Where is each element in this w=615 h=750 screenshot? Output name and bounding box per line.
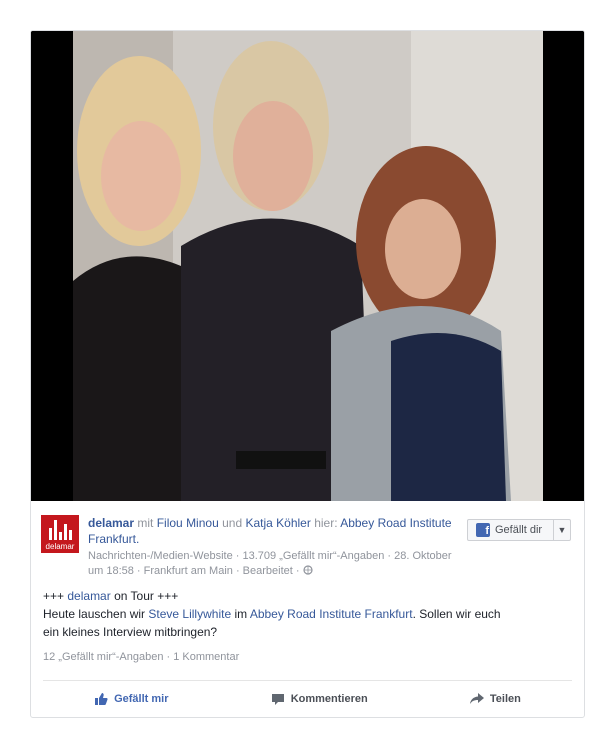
body-text-c: . Sollen wir euch	[412, 607, 501, 621]
share-label: Teilen	[489, 693, 521, 705]
like-label: Gefällt mir	[114, 693, 169, 705]
body-tour-text: on Tour +++	[114, 589, 179, 603]
like-page-label: Gefällt dir	[495, 524, 543, 536]
post-body: +++ delamar on Tour +++ Heute lauschen w…	[43, 587, 573, 641]
page-avatar[interactable]: delamar	[41, 515, 79, 553]
post-header: delamar delamar mit Filou Minou und Katj…	[31, 505, 584, 585]
chevron-down-icon[interactable]: ▼	[554, 525, 570, 535]
like-button[interactable]: Gefällt mir	[94, 692, 169, 706]
body-page-link[interactable]: delamar	[67, 589, 110, 603]
here-text: hier:	[314, 516, 338, 530]
globe-icon	[302, 565, 313, 577]
logo-bars-icon	[48, 520, 72, 540]
avatar-brand: delamar	[45, 542, 75, 551]
post-photo[interactable]	[31, 31, 584, 501]
photo-illustration	[31, 31, 584, 501]
post-stats[interactable]: 12 „Gefällt mir“-Angaben · 1 Kommentar	[43, 651, 239, 663]
place-link[interactable]: Abbey Road Institute Frankfurt	[250, 607, 413, 621]
comment-button[interactable]: Kommentieren	[271, 693, 368, 706]
share-button[interactable]: Teilen	[469, 693, 521, 705]
comment-icon	[271, 693, 285, 706]
with-text: mit	[137, 516, 154, 530]
tagged-friend-2[interactable]: Katja Köhler	[245, 516, 310, 530]
tagged-friend-1[interactable]: Filou Minou	[157, 516, 219, 530]
body-prefix: +++	[43, 589, 65, 603]
and-text: und	[222, 516, 243, 530]
post-title: delamar mit Filou Minou und Katja Köhler…	[88, 515, 468, 547]
body-line-2: Heute lauschen wir Steve Lillywhite im A…	[43, 605, 573, 623]
body-line-1: +++ delamar on Tour +++	[43, 587, 573, 605]
comment-label: Kommentieren	[290, 693, 368, 705]
body-text-b: im	[234, 607, 248, 621]
meta-line-2-wrap: um 18:58 · Frankfurt am Main · Bearbeite…	[88, 564, 468, 579]
facebook-post-card: delamar delamar mit Filou Minou und Katj…	[30, 30, 585, 718]
body-text-a: Heute lauschen wir	[43, 607, 146, 621]
meta-line-2: um 18:58 · Frankfurt am Main · Bearbeite…	[88, 565, 300, 577]
body-line-3: ein kleines Interview mitbringen?	[43, 625, 218, 639]
page-name-link[interactable]: delamar	[88, 516, 134, 530]
thumbs-up-icon	[94, 692, 108, 706]
like-page-button[interactable]: f Gefällt dir ▼	[467, 519, 571, 541]
person-link[interactable]: Steve Lillywhite	[148, 607, 231, 621]
facebook-icon: f	[476, 523, 490, 537]
post-meta: Nachrichten-/Medien-Website · 13.709 „Ge…	[88, 549, 468, 579]
meta-line-1: Nachrichten-/Medien-Website · 13.709 „Ge…	[88, 550, 452, 562]
share-icon	[469, 693, 484, 705]
action-bar: Gefällt mir Kommentieren Teilen	[43, 680, 572, 717]
